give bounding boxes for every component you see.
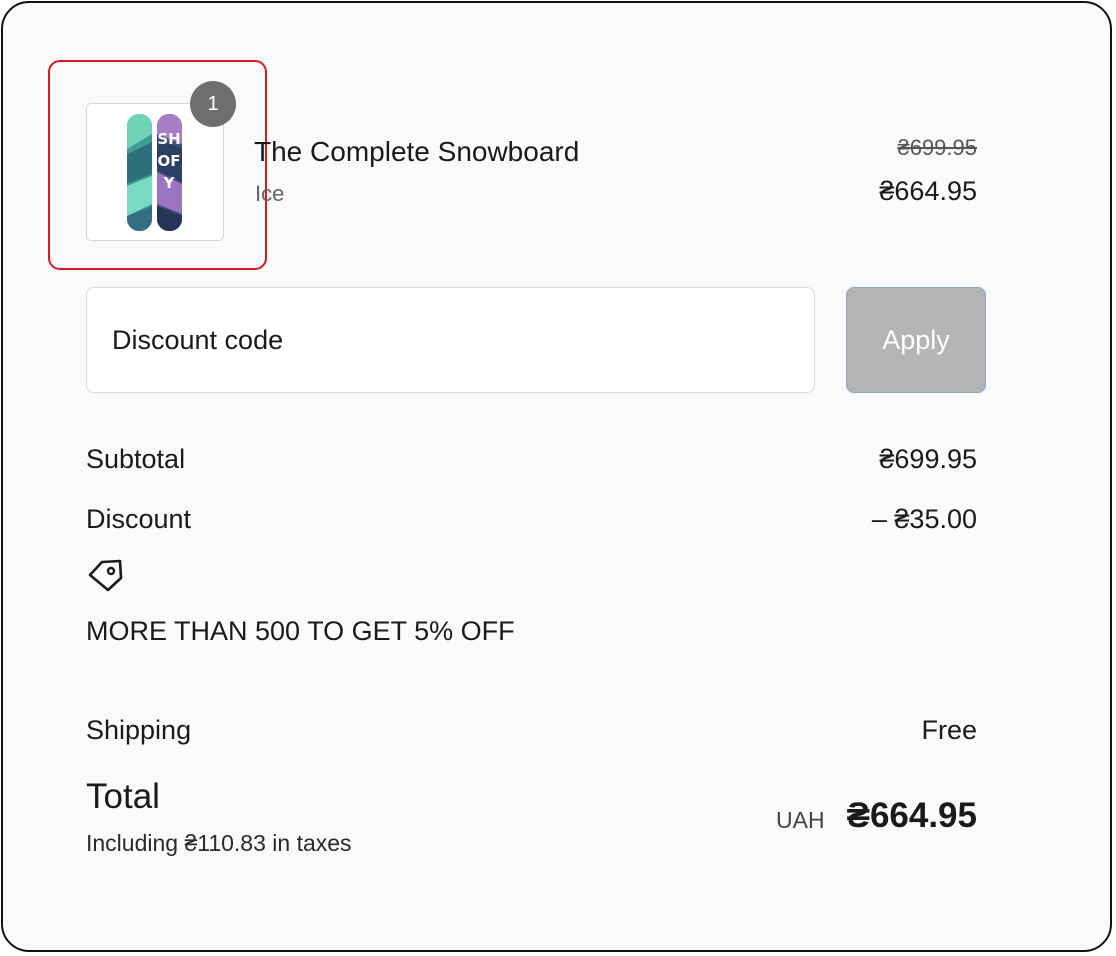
tag-icon <box>87 558 125 597</box>
discount-code-input[interactable] <box>86 287 815 393</box>
shipping-label: Shipping <box>86 715 192 745</box>
subtotal-label: Subtotal <box>86 444 186 474</box>
subtotal-value: ₴699.95 <box>879 444 977 474</box>
svg-text:Y: Y <box>163 174 176 192</box>
shipping-value: Free <box>921 715 977 745</box>
total-label: Total <box>86 777 160 816</box>
tax-note: Including ₴110.83 in taxes <box>86 830 352 856</box>
svg-text:OF: OF <box>158 152 181 170</box>
product-price: ₴664.95 <box>879 176 977 206</box>
total-value: ₴664.95 <box>846 796 977 835</box>
currency-code: UAH <box>776 807 825 833</box>
quantity-badge: 1 <box>190 81 236 127</box>
discount-value: – ₴35.00 <box>871 504 977 534</box>
discount-label: Discount <box>86 504 192 534</box>
product-compare-at-price: ₴699.95 <box>897 135 977 160</box>
svg-text:SH: SH <box>157 130 180 148</box>
product-name: The Complete Snowboard <box>254 136 580 167</box>
apply-discount-button[interactable]: Apply <box>846 287 986 393</box>
order-summary-card: SH OF Y 1 The Complete Snowboard Ice ₴69… <box>1 1 1112 952</box>
product-variant: Ice <box>255 181 285 206</box>
discount-promo-name: MORE THAN 500 TO GET 5% OFF <box>86 616 515 646</box>
